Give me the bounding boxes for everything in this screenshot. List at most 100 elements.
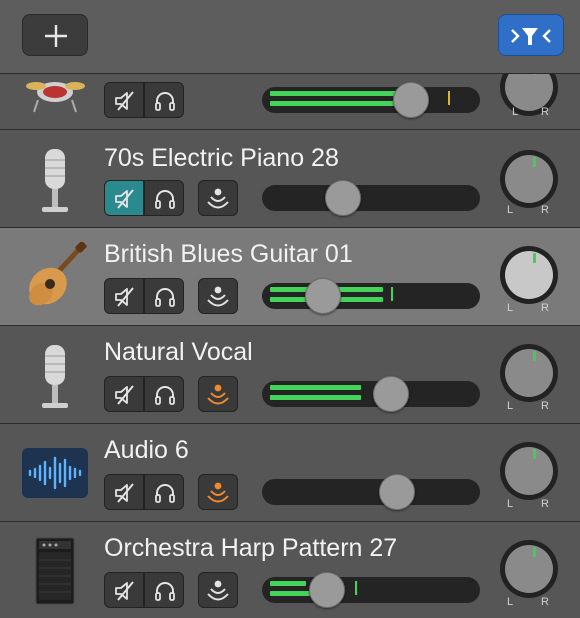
track-name: 70s Electric Piano 28: [104, 144, 339, 172]
pan-label-right: R: [541, 596, 549, 608]
audio-waveform-icon: [22, 448, 88, 498]
pan-knob[interactable]: [500, 74, 558, 116]
speaker-muted-icon: [115, 483, 134, 503]
volume-slider-thumb[interactable]: [393, 82, 430, 118]
mute-button[interactable]: [104, 278, 144, 314]
pan-indicator: [533, 157, 536, 167]
headphones-icon: [155, 582, 175, 601]
speaker-muted-icon: [115, 189, 134, 209]
track-row[interactable]: Audio 6 L R: [0, 424, 580, 522]
pan-label-right: R: [541, 498, 549, 510]
volume-slider[interactable]: [262, 278, 480, 314]
volume-slider[interactable]: [262, 572, 480, 608]
track-header-filter-button[interactable]: [498, 14, 564, 56]
level-meter: [270, 581, 307, 586]
record-enable-icon: [207, 286, 229, 307]
volume-slider-thumb[interactable]: [324, 180, 361, 216]
solo-button[interactable]: [144, 82, 184, 118]
plus-icon: [45, 25, 67, 47]
solo-button[interactable]: [144, 180, 184, 216]
record-enable-icon: [207, 580, 229, 601]
speaker-muted-icon: [115, 581, 134, 601]
track-row[interactable]: British Blues Guitar 01 L R: [0, 228, 580, 326]
track-name: Orchestra Harp Pattern 27: [104, 534, 398, 562]
record-enable-button[interactable]: [198, 572, 238, 608]
solo-button[interactable]: [144, 474, 184, 510]
record-enable-button[interactable]: [198, 376, 238, 412]
pan-label-right: R: [541, 400, 549, 412]
volume-slider-thumb[interactable]: [379, 474, 416, 510]
volume-slider-thumb[interactable]: [308, 572, 345, 608]
tracks-header-bar: [0, 0, 580, 74]
mute-button[interactable]: [104, 474, 144, 510]
headphones-icon: [155, 288, 175, 307]
volume-slider-thumb[interactable]: [304, 278, 341, 314]
speaker-muted-icon: [115, 91, 134, 111]
volume-slider[interactable]: [262, 474, 480, 510]
volume-slider-thumb[interactable]: [373, 376, 410, 412]
pan-knob-face: [505, 447, 553, 495]
record-enable-icon: [207, 384, 229, 405]
mute-button[interactable]: [104, 82, 144, 118]
solo-button[interactable]: [144, 376, 184, 412]
pan-indicator: [533, 74, 536, 75]
pan-knob[interactable]: [500, 442, 558, 500]
record-enable-button[interactable]: [198, 278, 238, 314]
mute-button[interactable]: [104, 572, 144, 608]
pan-knob-face: [505, 349, 553, 397]
level-meter: [270, 91, 408, 96]
headphones-icon: [155, 190, 175, 209]
pan-knob-face: [505, 545, 553, 593]
pan-indicator: [533, 449, 536, 459]
microphone-icon: [42, 149, 68, 212]
pan-knob[interactable]: [500, 344, 558, 402]
record-enable-button[interactable]: [198, 474, 238, 510]
pan-knob-face: [505, 155, 553, 203]
pan-indicator: [533, 547, 536, 557]
track-name: Natural Vocal: [104, 338, 253, 366]
pan-label-right: R: [541, 302, 549, 314]
pan-indicator: [533, 253, 536, 263]
pan-knob-face: [505, 251, 553, 299]
pan-label-left: L: [507, 302, 514, 314]
level-meter: [270, 101, 404, 106]
speaker-muted-icon: [115, 385, 134, 405]
volume-slider[interactable]: [262, 376, 480, 412]
pan-label-left: L: [512, 106, 519, 118]
drum-kit-icon: [26, 82, 85, 113]
volume-slider[interactable]: [262, 180, 480, 216]
pan-label-right: R: [541, 204, 549, 216]
track-name: Audio 6: [104, 436, 189, 464]
pan-label-right: R: [541, 106, 549, 118]
record-enable-button[interactable]: [198, 180, 238, 216]
pan-label-left: L: [507, 498, 514, 510]
track-row[interactable]: Orchestra Harp Pattern 27 L R: [0, 522, 580, 618]
track-row[interactable]: Natural Vocal L R: [0, 326, 580, 424]
record-enable-icon: [207, 482, 229, 503]
level-meter: [270, 395, 361, 400]
acoustic-guitar-icon: [29, 242, 87, 306]
headphones-icon: [155, 92, 175, 111]
track-name: British Blues Guitar 01: [104, 240, 353, 268]
pan-indicator: [533, 351, 536, 361]
mute-button[interactable]: [104, 180, 144, 216]
peak-indicator: [391, 287, 394, 301]
pan-knob[interactable]: [500, 150, 558, 208]
pan-knob[interactable]: [500, 246, 558, 304]
pan-label-left: L: [507, 204, 514, 216]
headphones-icon: [155, 386, 175, 405]
mute-button[interactable]: [104, 376, 144, 412]
solo-button[interactable]: [144, 278, 184, 314]
track-row[interactable]: 70s Electric Piano 28 L R: [0, 130, 580, 228]
add-track-button[interactable]: [22, 14, 88, 56]
amplifier-icon: [35, 537, 75, 605]
volume-slider[interactable]: [262, 82, 480, 118]
speaker-muted-icon: [115, 287, 134, 307]
pan-knob[interactable]: [500, 540, 558, 598]
peak-indicator: [447, 91, 450, 105]
pan-label-left: L: [507, 596, 514, 608]
solo-button[interactable]: [144, 572, 184, 608]
track-header-filter-icon: [511, 28, 551, 45]
record-enable-icon: [207, 188, 229, 209]
track-row[interactable]: L R: [0, 74, 580, 130]
